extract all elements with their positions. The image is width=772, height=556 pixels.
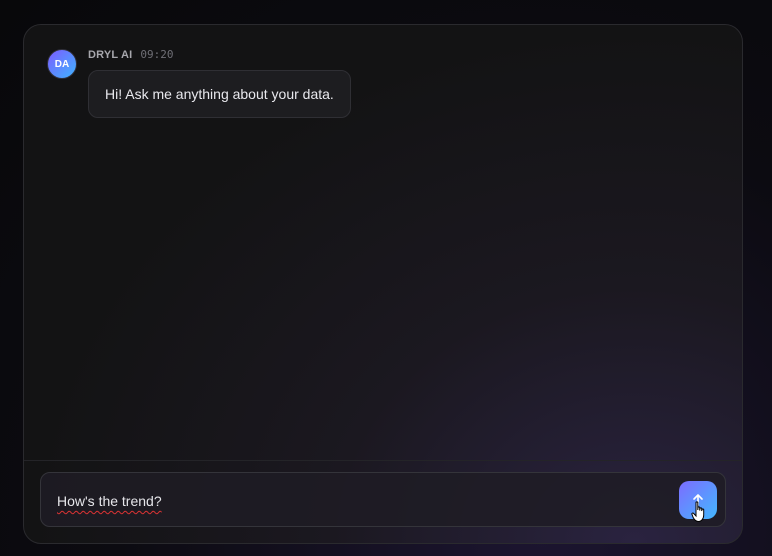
message-meta: DRYL AI 09:20 <box>88 48 351 66</box>
avatar: DA <box>47 49 77 79</box>
composer <box>40 472 726 530</box>
sender-name: DRYL AI <box>88 49 133 61</box>
assistant-message: DA DRYL AI 09:20 Hi! Ask me anything abo… <box>47 48 351 118</box>
message-list[interactable]: DA DRYL AI 09:20 Hi! Ask me anything abo… <box>24 25 742 460</box>
chat-panel: DA DRYL AI 09:20 Hi! Ask me anything abo… <box>23 24 743 544</box>
send-button[interactable] <box>679 481 717 519</box>
message-timestamp: 09:20 <box>140 48 174 61</box>
message-bubble: Hi! Ask me anything about your data. <box>88 70 351 118</box>
arrow-up-icon <box>693 494 703 506</box>
message-input[interactable] <box>55 473 659 530</box>
message-body: DRYL AI 09:20 Hi! Ask me anything about … <box>88 48 351 118</box>
composer-divider <box>24 460 742 461</box>
